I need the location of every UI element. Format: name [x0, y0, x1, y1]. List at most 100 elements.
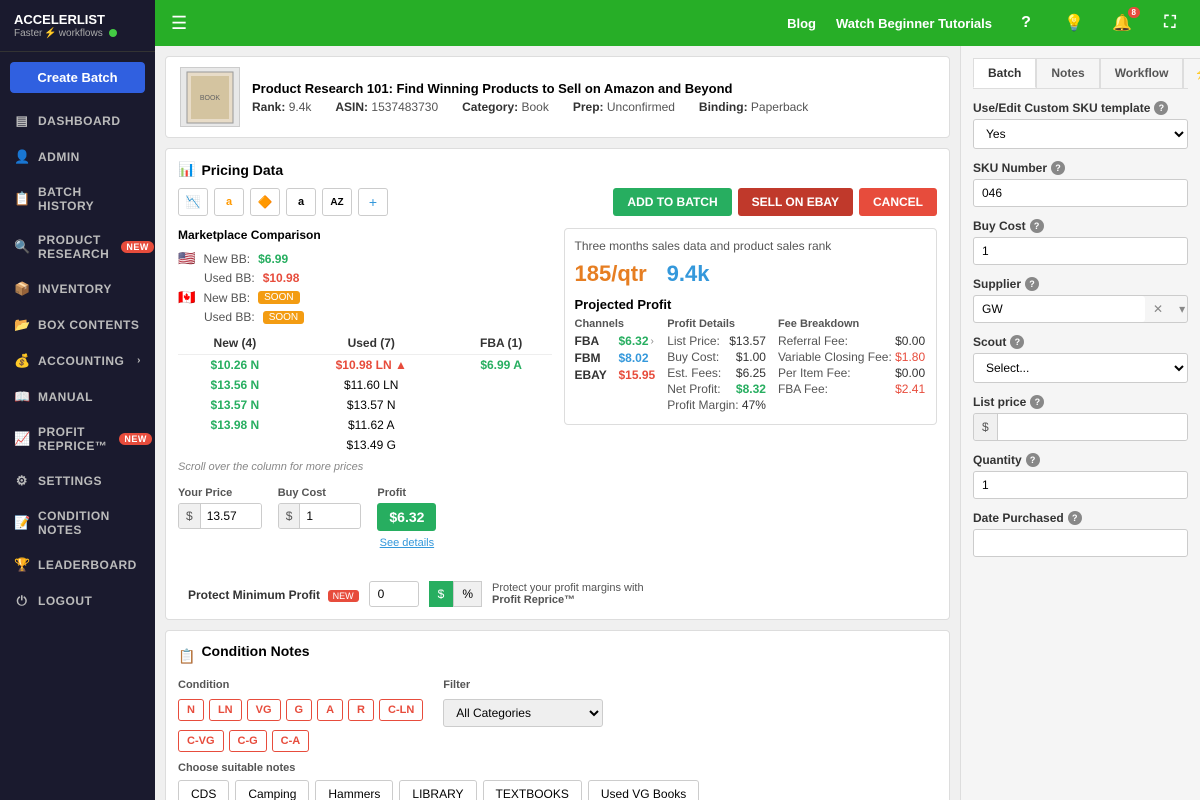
note-library[interactable]: LIBRARY — [399, 780, 476, 800]
cond-CG[interactable]: C-G — [229, 730, 267, 752]
cond-CLN[interactable]: C-LN — [379, 699, 423, 721]
sidebar-item-settings[interactable]: ⚙ SETTINGS — [0, 463, 155, 499]
date-purchased-group: Date Purchased ? — [973, 511, 1188, 557]
buy-cost-help[interactable]: ? — [1030, 219, 1044, 233]
supplier-help[interactable]: ? — [1025, 277, 1039, 291]
scout-help[interactable]: ? — [1010, 335, 1024, 349]
tab-batch[interactable]: Batch — [973, 58, 1036, 88]
fullscreen-icon[interactable]: ⛶ — [1156, 9, 1184, 37]
plus-icon[interactable]: + — [358, 188, 388, 216]
cond-LN[interactable]: LN — [209, 699, 242, 721]
marketplace-ca-used: Used BB: SOON — [178, 310, 552, 324]
list-price-input[interactable] — [998, 414, 1187, 440]
tab-workflow[interactable]: Workflow — [1100, 58, 1184, 88]
supplier-input[interactable] — [974, 296, 1145, 322]
cond-VG[interactable]: VG — [247, 699, 281, 721]
help-icon[interactable]: ? — [1012, 9, 1040, 37]
ca-new-badge: SOON — [258, 291, 299, 304]
variable-closing-val: $1.80 — [895, 350, 925, 364]
date-purchased-help[interactable]: ? — [1068, 511, 1082, 525]
keepa-icon[interactable]: 🔶 — [250, 188, 280, 216]
sidebar-item-admin[interactable]: 👤 ADMIN — [0, 139, 155, 175]
note-textbooks[interactable]: TEXTBOOKS — [483, 780, 582, 800]
marketplace-title: Marketplace Comparison — [178, 228, 552, 242]
cond-N[interactable]: N — [178, 699, 204, 721]
note-cds[interactable]: CDS — [178, 780, 229, 800]
protect-label-wrapper: Protect Minimum Profit NEW — [188, 587, 359, 602]
protect-section: Protect Minimum Profit NEW $ % Protect y… — [188, 581, 672, 607]
profit-result: $6.32 — [377, 503, 436, 531]
list-price-help[interactable]: ? — [1030, 395, 1044, 409]
sku-number-help[interactable]: ? — [1051, 161, 1065, 175]
az-icon[interactable]: AZ — [322, 188, 352, 216]
cond-CA[interactable]: C-A — [272, 730, 310, 752]
tab-notes[interactable]: Notes — [1036, 58, 1099, 88]
graph-icon[interactable]: 📉 — [178, 188, 208, 216]
notification-icon[interactable]: 🔔 8 — [1108, 9, 1136, 37]
topnav: ☰ Blog Watch Beginner Tutorials ? 💡 🔔 8 … — [155, 0, 1200, 46]
your-price-input-wrapper[interactable]: $ — [178, 503, 262, 529]
see-details-link[interactable]: See details — [377, 537, 436, 549]
sidebar-item-manual[interactable]: 📖 MANUAL — [0, 379, 155, 415]
buy-cost-input-wrapper[interactable]: $ — [278, 503, 362, 529]
sku-template-help[interactable]: ? — [1154, 101, 1168, 115]
ca-flag: 🇨🇦 — [178, 289, 195, 306]
amazon-icon[interactable]: a — [214, 188, 244, 216]
sidebar-item-dashboard[interactable]: ▤ DASHBOARD — [0, 103, 155, 139]
note-camping[interactable]: Camping — [235, 780, 309, 800]
supplier-clear-icon[interactable]: ✕ — [1145, 296, 1171, 322]
cond-CVG[interactable]: C-VG — [178, 730, 224, 752]
date-purchased-input[interactable] — [973, 529, 1188, 557]
cond-R[interactable]: R — [348, 699, 374, 721]
settings-icon: ⚙ — [14, 473, 30, 489]
tutorials-link[interactable]: Watch Beginner Tutorials — [836, 16, 992, 31]
amazon2-icon[interactable]: a — [286, 188, 316, 216]
protect-dollar-btn[interactable]: $ — [429, 581, 454, 607]
your-price-input[interactable] — [201, 504, 261, 528]
profit-details-col: Profit Details List Price: $13.57 Buy Co… — [667, 318, 766, 414]
hamburger-icon[interactable]: ☰ — [171, 13, 187, 34]
sell-on-ebay-button[interactable]: SELL ON EBAY — [738, 188, 853, 216]
topnav-links: Blog Watch Beginner Tutorials ? 💡 🔔 8 ⛶ — [787, 9, 1184, 37]
add-to-batch-button[interactable]: ADD TO BATCH — [613, 188, 731, 216]
note-hammers[interactable]: Hammers — [315, 780, 393, 800]
sidebar-item-logout[interactable]: ⏻ LOGOUT — [0, 583, 155, 619]
lightbulb-icon[interactable]: 💡 — [1060, 9, 1088, 37]
sidebar-item-batch-history[interactable]: 📋 BATCH HISTORY — [0, 175, 155, 223]
quantity-help[interactable]: ? — [1026, 453, 1040, 467]
svg-text:BOOK: BOOK — [200, 95, 221, 102]
notes-list: CDS Camping Hammers LIBRARY TEXTBOOKS Us… — [178, 780, 937, 800]
tab-lightning[interactable]: ⚡ — [1183, 58, 1200, 88]
dollar-prefix2: $ — [279, 504, 301, 528]
quantity-input[interactable] — [973, 471, 1188, 499]
sidebar-item-product-research[interactable]: 🔍 PRODUCT RESEARCH NEW — [0, 223, 155, 271]
profit-reprice-badge: NEW — [119, 433, 152, 445]
filter-select[interactable]: All Categories Books Media Electronics — [443, 699, 603, 727]
fba-fee-val: $2.41 — [895, 382, 925, 396]
note-used-vg-books[interactable]: Used VG Books — [588, 780, 699, 800]
product-header: BOOK Product Research 101: Find Winning … — [165, 56, 950, 138]
sidebar-item-box-contents[interactable]: 📂 BOX CONTENTS — [0, 307, 155, 343]
cond-G[interactable]: G — [286, 699, 313, 721]
new-price-1: $10.26 N — [178, 355, 292, 376]
protect-input[interactable] — [369, 581, 419, 607]
cond-A[interactable]: A — [317, 699, 343, 721]
sku-template-select[interactable]: Yes No — [973, 119, 1188, 149]
sidebar-item-accounting[interactable]: 💰 ACCOUNTING › — [0, 343, 155, 379]
cancel-button[interactable]: CANCEL — [859, 188, 937, 216]
scout-select[interactable]: Select... — [973, 353, 1188, 383]
sidebar-item-inventory[interactable]: 📦 INVENTORY — [0, 271, 155, 307]
admin-icon: 👤 — [14, 149, 30, 165]
sidebar-item-condition-notes[interactable]: 📝 CONDITION NOTES — [0, 499, 155, 547]
blog-link[interactable]: Blog — [787, 16, 816, 31]
list-price-input-wrapper[interactable]: $ — [973, 413, 1188, 441]
sku-number-input[interactable] — [973, 179, 1188, 207]
create-batch-button[interactable]: Create Batch — [10, 62, 145, 93]
buy-cost-input-right[interactable] — [973, 237, 1188, 265]
buy-cost-input[interactable] — [300, 504, 360, 528]
product-rank: Rank: 9.4k — [252, 100, 311, 114]
sidebar-item-profit-reprice[interactable]: 📈 PROFIT REPRICE™ NEW — [0, 415, 155, 463]
supplier-dropdown-icon[interactable]: ▾ — [1171, 296, 1193, 322]
sidebar-item-leaderboard[interactable]: 🏆 LEADERBOARD — [0, 547, 155, 583]
protect-percent-btn[interactable]: % — [453, 581, 482, 607]
